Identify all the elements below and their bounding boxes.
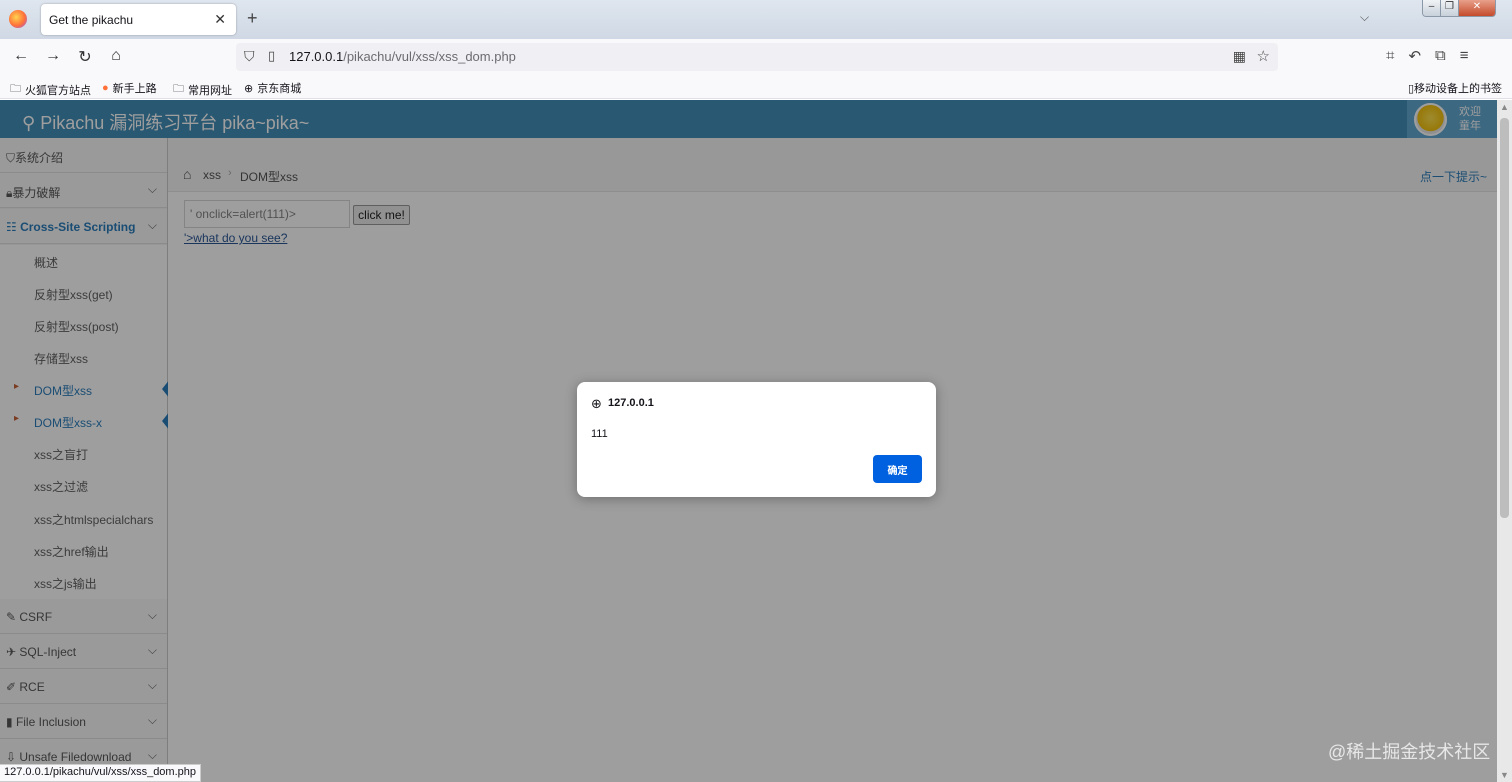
- screenshot-icon[interactable]: ⌗: [1386, 47, 1394, 65]
- browser-tab[interactable]: Get the pikachu ✕: [41, 4, 236, 35]
- page-info-icon[interactable]: ▯: [268, 48, 275, 64]
- firefox-icon: ●: [102, 82, 109, 94]
- dialog-message: 111: [591, 428, 608, 440]
- folder-icon: 🗀: [10, 83, 21, 95]
- url-text[interactable]: 127.0.0.1/pikachu/vul/xss/xss_dom.php: [289, 49, 516, 64]
- address-bar[interactable]: ⛉ ▯ 127.0.0.1/pikachu/vul/xss/xss_dom.ph…: [236, 43, 1278, 71]
- scroll-down-icon[interactable]: ▼: [1500, 770, 1509, 780]
- close-window-icon[interactable]: ✕: [1459, 0, 1495, 16]
- shield-icon[interactable]: ⛉: [244, 48, 255, 65]
- status-bar: 127.0.0.1/pikachu/vul/xss/xss_dom.php: [0, 764, 202, 782]
- chevron-down-icon[interactable]: ⌵: [1360, 10, 1369, 25]
- bookmark-item[interactable]: 🗀 火狐官方站点: [10, 80, 91, 99]
- navigation-toolbar: ← → ↻ ⌂ ⛉ ▯ 127.0.0.1/pikachu/vul/xss/xs…: [0, 39, 1512, 75]
- scroll-up-icon[interactable]: ▲: [1500, 102, 1509, 112]
- close-tab-icon[interactable]: ✕: [214, 11, 226, 28]
- globe-icon: ⊕: [244, 82, 254, 95]
- toolbar-right-icons: ⌗ ↶ ⧉ ≡: [1386, 47, 1469, 65]
- qr-code-icon[interactable]: ▦: [1233, 48, 1246, 65]
- ok-button[interactable]: 确定: [873, 455, 922, 483]
- bookmark-item[interactable]: ⊕ 京东商城: [244, 80, 301, 96]
- globe-icon: ⊕: [591, 396, 602, 411]
- extensions-icon[interactable]: ⧉: [1435, 47, 1446, 65]
- reload-icon[interactable]: ↻: [75, 47, 95, 67]
- folder-icon: 🗀: [173, 83, 184, 95]
- alert-dialog: ⊕ 127.0.0.1 111 确定: [577, 382, 936, 497]
- home-icon[interactable]: ⌂: [106, 47, 126, 65]
- mobile-bookmarks[interactable]: ▯移动设备上的书签: [1408, 80, 1502, 96]
- scroll-thumb[interactable]: [1500, 118, 1509, 518]
- bookmark-star-icon[interactable]: ☆: [1257, 47, 1270, 65]
- forward-arrow-icon[interactable]: →: [43, 47, 63, 65]
- menu-icon[interactable]: ≡: [1460, 47, 1469, 65]
- watermark: @稀土掘金技术社区: [1328, 742, 1491, 762]
- bookmark-item[interactable]: 🗀 常用网址: [173, 80, 232, 99]
- window-controls: – ❐ ✕: [1422, 0, 1496, 17]
- dialog-origin: 127.0.0.1: [608, 397, 654, 409]
- maximize-icon[interactable]: ❐: [1441, 0, 1459, 16]
- bookmarks-toolbar: 🗀 火狐官方站点 ● 新手上路 🗀 常用网址 ⊕ 京东商城 ▯移动设备上的书签: [0, 75, 1512, 99]
- undo-icon[interactable]: ↶: [1408, 47, 1421, 65]
- minimize-icon[interactable]: –: [1423, 0, 1441, 16]
- page-scrollbar[interactable]: ▲ ▼: [1497, 100, 1512, 782]
- new-tab-icon[interactable]: +: [247, 8, 258, 29]
- firefox-logo-icon[interactable]: [9, 10, 27, 28]
- bookmark-item[interactable]: ● 新手上路: [102, 80, 157, 96]
- back-arrow-icon[interactable]: ←: [11, 47, 31, 65]
- browser-tab-bar: Get the pikachu ✕ + ⌵ – ❐ ✕: [0, 0, 1512, 39]
- tab-title: Get the pikachu: [49, 13, 134, 27]
